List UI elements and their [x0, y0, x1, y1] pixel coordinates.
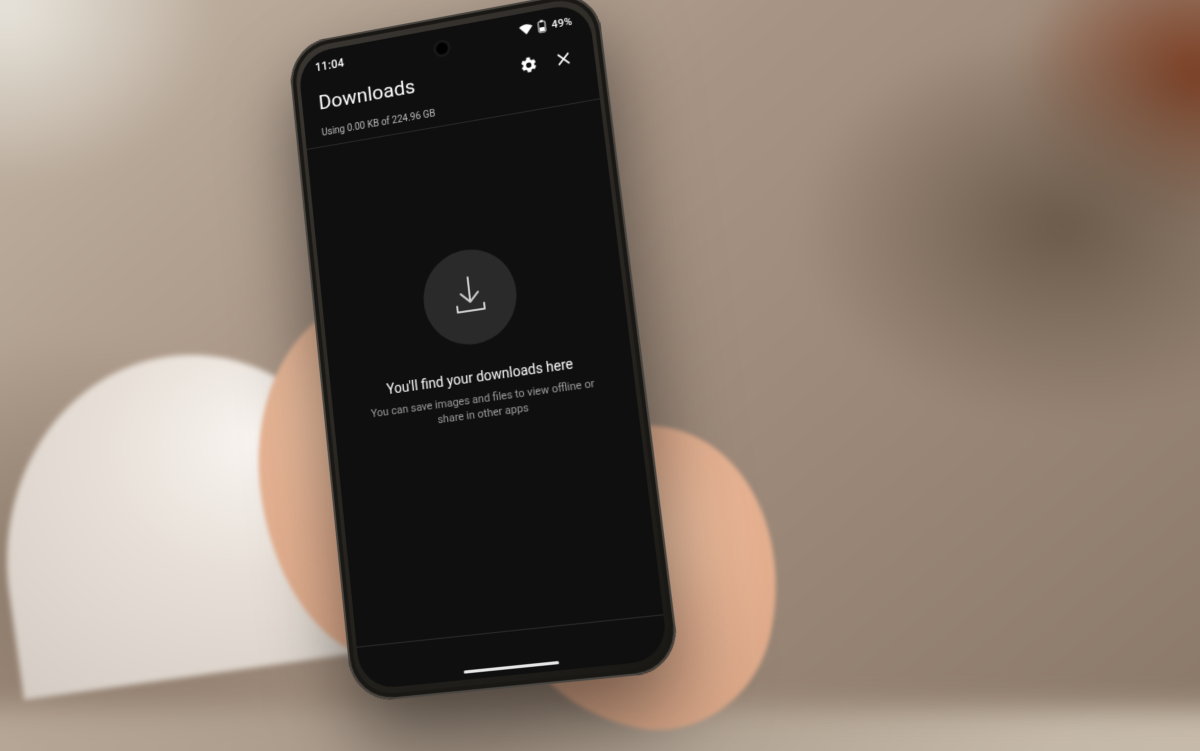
divider	[357, 614, 664, 647]
status-time: 11:04	[314, 56, 344, 74]
close-icon	[554, 49, 573, 72]
download-illustration	[419, 243, 522, 351]
battery-percent: 49%	[551, 14, 573, 30]
gear-icon	[518, 54, 539, 79]
empty-state: You'll find your downloads here You can …	[307, 99, 637, 441]
download-icon	[444, 268, 496, 326]
gesture-nav-handle[interactable]	[464, 661, 560, 674]
settings-button[interactable]	[509, 46, 548, 87]
close-button[interactable]	[544, 40, 583, 81]
wifi-icon	[519, 23, 534, 36]
battery-icon	[537, 19, 547, 34]
